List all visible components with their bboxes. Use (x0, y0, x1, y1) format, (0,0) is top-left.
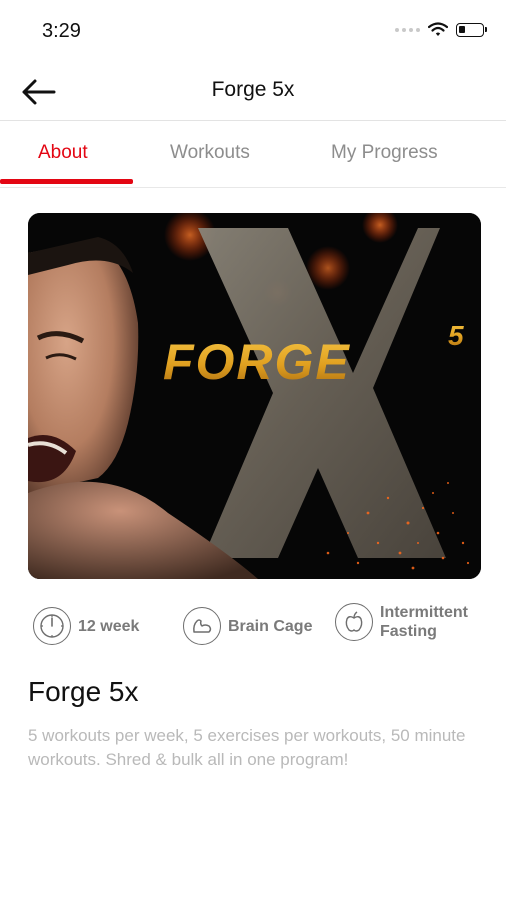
tab-my-progress[interactable]: My Progress (331, 142, 438, 164)
battery-level (459, 25, 465, 33)
page-title: Forge 5x (211, 78, 295, 101)
stat-equipment: Brain Cage (183, 607, 312, 645)
stat-diet-label: Intermittent Fasting (380, 604, 468, 640)
status-icons (395, 22, 487, 37)
flexed-arm-icon (183, 607, 221, 645)
clock-icon (33, 607, 71, 645)
stat-duration: 12 week (33, 607, 139, 645)
forge-logo: FORGE (163, 334, 351, 390)
program-description: 5 workouts per week, 5 exercises per wor… (28, 726, 466, 769)
program-title: Forge 5x (28, 676, 139, 707)
tab-workouts[interactable]: Workouts (170, 142, 250, 164)
battery-icon (456, 22, 487, 37)
status-time: 3:29 (42, 20, 81, 42)
signal-icon (395, 27, 420, 32)
stat-equipment-label: Brain Cage (228, 617, 313, 635)
active-tab-indicator (0, 179, 133, 184)
status-bar: 3:29 (0, 0, 506, 62)
forge-logo-superscript: 5 (448, 320, 464, 351)
tab-bar: About Workouts My Progress (0, 121, 506, 188)
program-hero-image: FORGE 5 (28, 213, 481, 579)
apple-icon (335, 603, 373, 641)
tab-about[interactable]: About (38, 142, 88, 164)
program-stats: 12 week Brain Cage Intermittent Fasting (0, 603, 506, 651)
stat-duration-label: 12 week (78, 617, 140, 635)
wifi-icon (428, 22, 448, 36)
nav-bar: Forge 5x (0, 62, 506, 121)
stat-diet: Intermittent Fasting (335, 603, 485, 641)
